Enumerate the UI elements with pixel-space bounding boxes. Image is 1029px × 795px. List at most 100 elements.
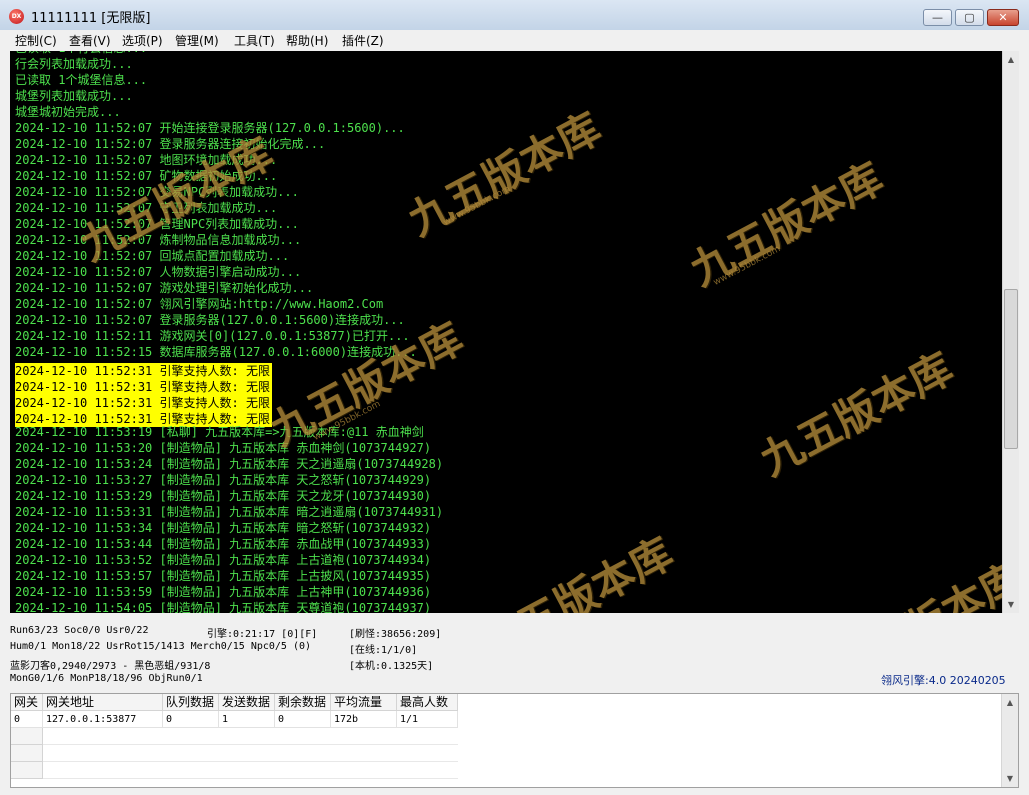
status-mong: MonG0/1/6 MonP18/18/96 ObjRun0/1	[10, 673, 203, 684]
log-line-text: 2024-12-10 11:52:07 人物数据引擎启动成功...	[15, 265, 302, 279]
log-line-text: 2024-12-10 11:54:05 [制造物品] 九五版本库 天尊道袍(10…	[15, 601, 432, 613]
log-line-text: 2024-12-10 11:53:27 [制造物品] 九五版本库 天之怒斩(10…	[15, 473, 432, 487]
watermark-url: www.95bbk.com	[712, 244, 783, 288]
cell-gateway: 0	[11, 711, 43, 728]
col-sent[interactable]: 发送数据	[219, 694, 275, 711]
cell-sent: 1	[219, 711, 275, 728]
log-line: 2024-12-10 11:52:07 地图环境加载成功...	[15, 152, 443, 168]
empty-row-header	[11, 762, 43, 779]
close-button[interactable]: ✕	[987, 9, 1019, 26]
scroll-down-arrow-icon[interactable]: ▼	[1003, 596, 1019, 613]
cell-address: 127.0.0.1:53877	[43, 711, 163, 728]
empty-row	[43, 745, 458, 762]
status-panel: Run63/23 Soc0/0 Usr0/22 引擎:0:21:17 [0][F…	[0, 619, 1029, 687]
status-monster: 蓝影刀客0,2940/2973 - 黑色恶蛆/931/8	[10, 661, 211, 672]
window-title: 11111111 [无限版]	[31, 11, 151, 26]
log-line: 2024-12-10 11:52:07 游戏处理引擎初始化成功...	[15, 280, 443, 296]
log-line: 2024-12-10 11:53:27 [制造物品] 九五版本库 天之怒斩(10…	[15, 472, 443, 488]
watermark-logo: 九五版本库	[818, 545, 1002, 613]
title-bar: DX 11111111 [无限版] — ▢ ✕	[0, 0, 1029, 31]
log-line: 2024-12-10 11:52:07 守卫列表加载成功...	[15, 200, 443, 216]
empty-row	[43, 762, 458, 779]
menu-tools[interactable]: 工具(T)	[234, 32, 275, 49]
log-line-text: 城堡列表加载成功...	[15, 89, 133, 103]
log-line-text: 2024-12-10 11:52:07 登录服务器连接初始化完成...	[15, 137, 326, 151]
log-line-text: 2024-12-10 11:52:07 矿物数据初始成功...	[15, 169, 278, 183]
col-gateway[interactable]: 网关	[11, 694, 43, 711]
scroll-up-arrow-icon[interactable]: ▲	[1002, 694, 1018, 711]
minimize-button[interactable]: —	[923, 9, 952, 26]
log-line: 2024-12-10 11:52:07 矿物数据初始成功...	[15, 168, 443, 184]
log-line: 2024-12-10 11:53:52 [制造物品] 九五版本库 上古道袍(10…	[15, 552, 443, 568]
watermark-logo: 九五版本库	[472, 528, 681, 613]
log-line-text: 2024-12-10 11:52:07 登录服务器(127.0.0.1:5600…	[15, 313, 405, 327]
col-max-users[interactable]: 最高人数	[397, 694, 458, 711]
empty-row-header	[11, 745, 43, 762]
menu-control[interactable]: 控制(C)	[15, 32, 57, 49]
log-line-text: 2024-12-10 11:52:07 翎风引擎网站:http://www.Ha…	[15, 297, 384, 311]
log-line-text: 2024-12-10 11:53:19 [私聊] 九五版本库=>九五版本库:@1…	[15, 425, 424, 439]
status-spawn: [刷怪:38656:209]	[349, 629, 442, 640]
app-logo-icon: DX	[9, 9, 24, 24]
log-line-text: 2024-12-10 11:53:20 [制造物品] 九五版本库 赤血神剑(10…	[15, 441, 432, 455]
menu-view[interactable]: 查看(V)	[69, 32, 111, 49]
col-queue[interactable]: 队列数据	[163, 694, 219, 711]
log-line-text: 已读取 1个城堡信息...	[15, 73, 148, 87]
menu-manage[interactable]: 管理(M)	[175, 32, 219, 49]
status-run: Run63/23 Soc0/0 Usr0/22	[10, 625, 149, 636]
status-engine-time: 引擎:0:21:17 [0][F]	[207, 629, 318, 640]
menu-plugins[interactable]: 插件(Z)	[342, 32, 384, 49]
log-line-text: 2024-12-10 11:53:31 [制造物品] 九五版本库 暗之逍遥扇(1…	[15, 505, 444, 519]
cell-avg-traffic: 172b	[331, 711, 397, 728]
status-online: [在线:1/1/0]	[349, 645, 418, 656]
empty-row-header	[11, 728, 43, 745]
log-line: 2024-12-10 11:52:31 引擎支持人数: 无限	[15, 376, 443, 395]
log-line: 2024-12-10 11:53:34 [制造物品] 九五版本库 暗之怒斩(10…	[15, 520, 443, 536]
log-line-text: 2024-12-10 11:52:15 数据库服务器(127.0.0.1:600…	[15, 345, 417, 359]
scroll-down-arrow-icon[interactable]: ▼	[1002, 770, 1018, 787]
log-line: 2024-12-10 11:53:57 [制造物品] 九五版本库 上古披风(10…	[15, 568, 443, 584]
cell-remaining: 0	[275, 711, 331, 728]
log-line: 2024-12-10 11:54:05 [制造物品] 九五版本库 天尊道袍(10…	[15, 600, 443, 613]
watermark-logo: 九五版本库	[682, 153, 891, 296]
log-line: 2024-12-10 11:52:07 交易NPC列表加载成功...	[15, 184, 443, 200]
log-line-text: 2024-12-10 11:52:07 炼制物品信息加载成功...	[15, 233, 302, 247]
cell-max-users: 1/1	[397, 711, 458, 728]
log-line: 2024-12-10 11:52:07 人物数据引擎启动成功...	[15, 264, 443, 280]
menu-help[interactable]: 帮助(H)	[286, 32, 328, 49]
log-line-text: 2024-12-10 11:52:07 回城点配置加载成功...	[15, 249, 290, 263]
status-uptime: [本机:0.1325天]	[349, 661, 434, 672]
col-address[interactable]: 网关地址	[43, 694, 163, 711]
log-line: 城堡列表加载成功...	[15, 88, 443, 104]
maximize-button[interactable]: ▢	[955, 9, 984, 26]
log-line: 2024-12-10 11:53:44 [制造物品] 九五版本库 赤血战甲(10…	[15, 536, 443, 552]
log-line: 2024-12-10 11:53:59 [制造物品] 九五版本库 上古神甲(10…	[15, 584, 443, 600]
col-remaining[interactable]: 剩余数据	[275, 694, 331, 711]
log-line: 城堡城初始完成...	[15, 104, 443, 120]
col-avg-traffic[interactable]: 平均流量	[331, 694, 397, 711]
console-log[interactable]: 已读取 1个行会信息...行会列表加载成功...已读取 1个城堡信息...城堡列…	[10, 51, 1002, 613]
log-line: 行会列表加载成功...	[15, 56, 443, 72]
engine-version: 翎风引擎:4.0 20240205	[881, 674, 1006, 687]
cell-queue: 0	[163, 711, 219, 728]
log-line-text: 2024-12-10 11:53:57 [制造物品] 九五版本库 上古披风(10…	[15, 569, 432, 583]
gateway-table[interactable]: 网关 网关地址 队列数据 发送数据 剩余数据 平均流量 最高人数 0 127.0…	[10, 693, 1019, 788]
log-line: 2024-12-10 11:52:07 登录服务器连接初始化完成...	[15, 136, 443, 152]
log-line-text: 2024-12-10 11:53:24 [制造物品] 九五版本库 天之逍遥扇(1…	[15, 457, 444, 471]
log-line-text: 2024-12-10 11:53:34 [制造物品] 九五版本库 暗之怒斩(10…	[15, 521, 432, 535]
status-hum: Hum0/1 Mon18/22 UsrRot15/1413 Merch0/15 …	[10, 641, 312, 652]
watermark-logo: 九五版本库	[752, 343, 961, 486]
console-scrollbar[interactable]: ▲ ▼	[1002, 51, 1019, 613]
log-line-text: 2024-12-10 11:52:07 开始连接登录服务器(127.0.0.1:…	[15, 121, 405, 135]
log-line-text: 2024-12-10 11:53:44 [制造物品] 九五版本库 赤血战甲(10…	[15, 537, 432, 551]
log-line-text: 2024-12-10 11:52:07 管理NPC列表加载成功...	[15, 217, 299, 231]
log-line: 2024-12-10 11:52:07 开始连接登录服务器(127.0.0.1:…	[15, 120, 443, 136]
table-scrollbar[interactable]: ▲ ▼	[1001, 694, 1018, 787]
log-line: 2024-12-10 11:52:31 引擎支持人数: 无限	[15, 408, 443, 427]
scroll-thumb[interactable]	[1004, 289, 1018, 449]
log-line: 2024-12-10 11:53:29 [制造物品] 九五版本库 天之龙牙(10…	[15, 488, 443, 504]
scroll-up-arrow-icon[interactable]: ▲	[1003, 51, 1019, 68]
log-line-text: 2024-12-10 11:52:11 游戏网关[0](127.0.0.1:53…	[15, 329, 410, 343]
menu-options[interactable]: 选项(P)	[122, 32, 163, 49]
log-line: 2024-12-10 11:53:20 [制造物品] 九五版本库 赤血神剑(10…	[15, 440, 443, 456]
